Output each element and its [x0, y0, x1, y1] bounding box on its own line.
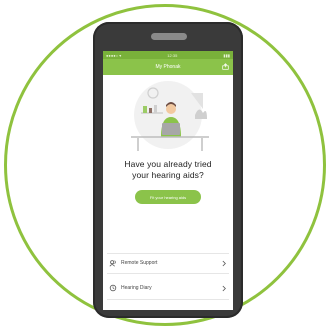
status-signal: ●●●●○ ▾	[106, 52, 122, 58]
question-line-2: your hearing aids?	[132, 170, 204, 180]
share-icon[interactable]	[222, 63, 229, 70]
menu-item-label: Hearing Diary	[121, 285, 152, 291]
menu-item-hearing-diary[interactable]: Hearing Diary	[103, 279, 233, 297]
menu-divider-middle	[107, 273, 229, 274]
menu-item-label: Remote Support	[121, 260, 158, 266]
person-head	[166, 104, 176, 114]
app-screen: ●●●●○ ▾ 12:35 ▮▮▮ My Phonak Have you alr…	[103, 51, 233, 310]
chevron-right-icon	[222, 260, 226, 266]
question-line-1: Have you already tried	[124, 159, 212, 169]
illustration-svg	[131, 81, 209, 151]
phone-device: ●●●●○ ▾ 12:35 ▮▮▮ My Phonak Have you alr…	[93, 22, 243, 318]
fit-hearing-aids-button[interactable]: Fit your hearing aids	[135, 190, 201, 204]
hearing-diary-icon	[109, 284, 117, 292]
status-battery: ▮▮▮	[223, 52, 230, 58]
chevron-right-icon	[222, 285, 226, 291]
status-bar: ●●●●○ ▾ 12:35 ▮▮▮	[103, 51, 233, 59]
menu-item-remote-support[interactable]: Remote Support	[103, 254, 233, 272]
menu-divider-bottom	[107, 299, 229, 300]
person-at-laptop-illustration	[103, 79, 233, 155]
status-time: 12:35	[167, 52, 178, 58]
phone-speaker	[151, 33, 187, 40]
app-title: My Phonak	[155, 64, 181, 70]
laptop-shape	[162, 123, 180, 135]
question-text: Have you already tried your hearing aids…	[103, 159, 233, 181]
remote-support-icon	[109, 260, 116, 267]
app-header: My Phonak	[103, 59, 233, 75]
